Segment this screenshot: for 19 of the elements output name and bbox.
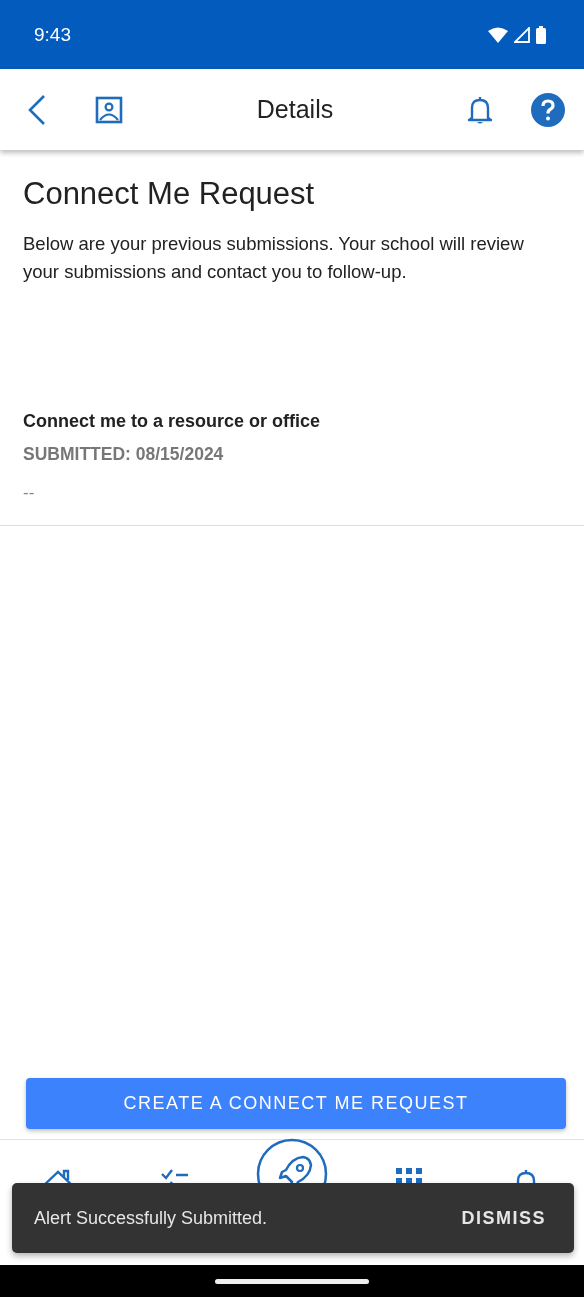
wifi-icon	[488, 26, 508, 43]
status-time: 9:43	[34, 23, 71, 46]
home-indicator[interactable]	[215, 1278, 369, 1284]
screen-title: Details	[255, 95, 335, 124]
submission-date: SUBMITTED: 08/15/2024	[23, 444, 225, 465]
page-description: Below are your previous submissions. Your school will review your submissions and contact you to follow-up.	[23, 232, 525, 284]
submission-item[interactable]: Connect me to a resource or office SUBMITTED: 08/15/2024 --	[0, 411, 584, 526]
submission-detail: --	[23, 483, 36, 503]
signal-icon	[514, 26, 530, 43]
profile-card-icon[interactable]	[95, 95, 123, 124]
bell-icon[interactable]	[467, 94, 493, 125]
snackbar-message: Alert Successfully Submitted.	[34, 1207, 268, 1229]
page-heading: Connect Me Request	[23, 176, 316, 212]
submission-title: Connect me to a resource or office	[23, 411, 322, 432]
create-request-button[interactable]: CREATE A CONNECT ME REQUEST	[26, 1078, 566, 1129]
battery-icon	[536, 25, 546, 44]
dismiss-button[interactable]: DISMISS	[455, 1206, 552, 1230]
back-icon[interactable]	[27, 93, 47, 126]
help-icon[interactable]	[531, 92, 565, 127]
